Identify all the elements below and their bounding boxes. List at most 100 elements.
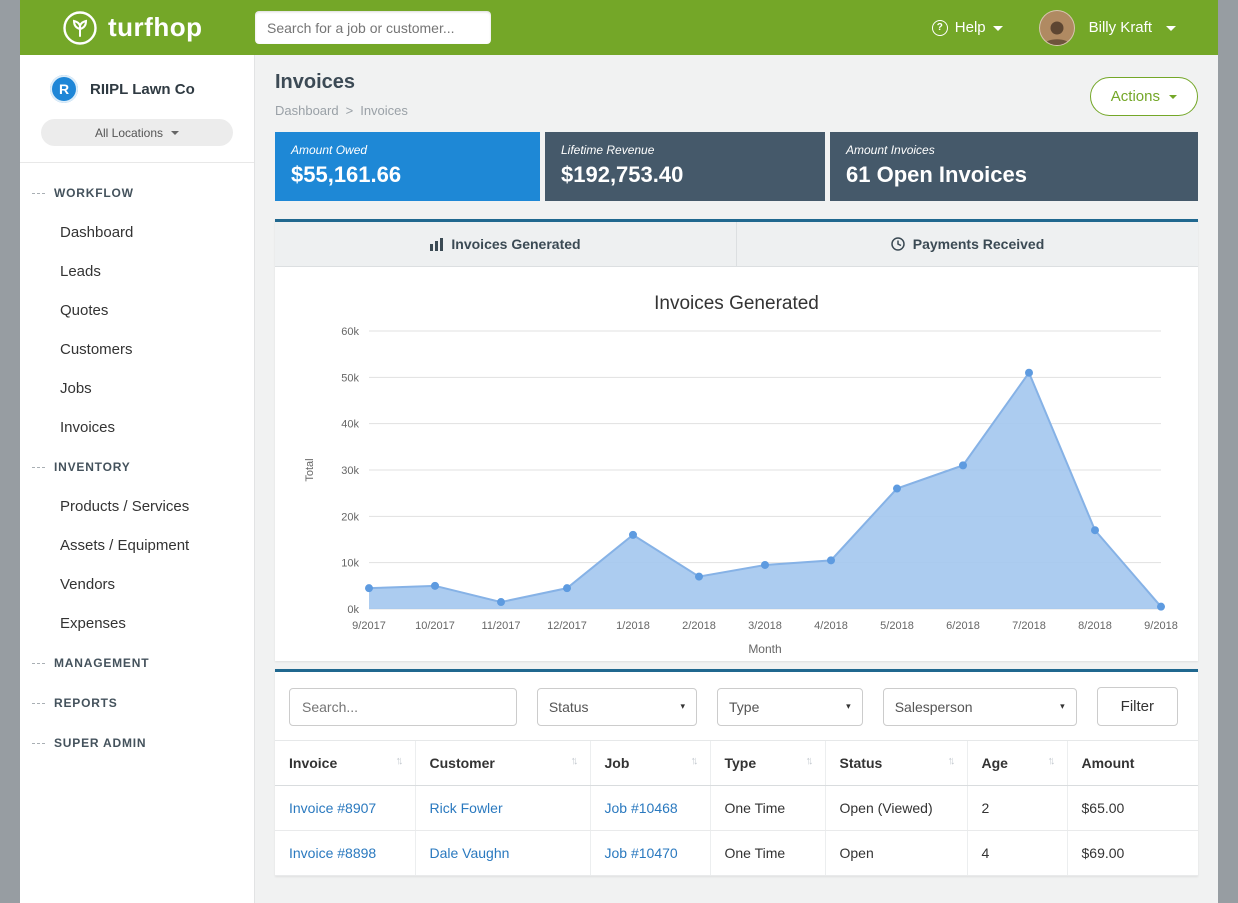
turfhop-logo-icon bbox=[62, 10, 98, 46]
stat-card-amount-owed: Amount Owed $55,161.66 bbox=[275, 132, 540, 201]
tab-payments-received[interactable]: Payments Received bbox=[736, 222, 1198, 266]
job-link[interactable]: Job #10470 bbox=[605, 845, 678, 861]
actions-button[interactable]: Actions bbox=[1090, 77, 1198, 116]
svg-text:10k: 10k bbox=[341, 558, 359, 570]
column-header-type[interactable]: Type bbox=[710, 741, 825, 786]
location-selector-label: All Locations bbox=[95, 126, 163, 140]
chevron-down-icon bbox=[171, 131, 179, 135]
tree-dash-icon bbox=[32, 743, 45, 744]
svg-text:6/2018: 6/2018 bbox=[946, 620, 980, 632]
tab-invoices-generated[interactable]: Invoices Generated bbox=[275, 222, 736, 266]
invoice-link[interactable]: Invoice #8898 bbox=[289, 845, 376, 861]
column-header-age[interactable]: Age bbox=[967, 741, 1067, 786]
column-header-status[interactable]: Status bbox=[825, 741, 967, 786]
filter-bar: Status Type Salesperson Filter bbox=[275, 672, 1198, 740]
invoices-generated-chart: 0k10k20k30k40k50k60k9/201710/201711/2017… bbox=[299, 319, 1179, 659]
customer-link[interactable]: Rick Fowler bbox=[430, 800, 503, 816]
brand[interactable]: turfhop bbox=[20, 10, 255, 46]
help-menu[interactable]: Help bbox=[932, 19, 1003, 36]
location-selector[interactable]: All Locations bbox=[41, 119, 233, 146]
sort-icon[interactable] bbox=[1048, 755, 1053, 767]
sidebar-section-inventory[interactable]: INVENTORY bbox=[20, 447, 254, 487]
tree-dash-icon bbox=[32, 663, 45, 664]
main-content: Invoices Dashboard > Invoices Actions Am… bbox=[255, 55, 1218, 903]
svg-text:2/2018: 2/2018 bbox=[682, 620, 716, 632]
sidebar-item-customers[interactable]: Customers bbox=[20, 330, 254, 369]
column-header-customer[interactable]: Customer bbox=[415, 741, 590, 786]
top-navbar: turfhop Help Billy Kraft bbox=[20, 0, 1218, 55]
chevron-down-icon bbox=[846, 701, 851, 712]
sort-icon[interactable] bbox=[806, 755, 811, 767]
sidebar-section-reports[interactable]: REPORTS bbox=[20, 683, 254, 723]
stat-card-lifetime-revenue: Lifetime Revenue $192,753.40 bbox=[545, 132, 825, 201]
chart-tabs: Invoices Generated Payments Received bbox=[275, 222, 1198, 267]
company-name: RIIPL Lawn Co bbox=[90, 81, 195, 98]
svg-text:3/2018: 3/2018 bbox=[748, 620, 782, 632]
svg-text:11/2017: 11/2017 bbox=[482, 620, 521, 632]
global-search-input[interactable] bbox=[255, 11, 491, 44]
customer-link[interactable]: Dale Vaughn bbox=[430, 845, 510, 861]
status-select[interactable]: Status bbox=[537, 688, 697, 726]
sidebar-section-workflow[interactable]: WORKFLOW bbox=[20, 173, 254, 213]
sort-icon[interactable] bbox=[396, 755, 401, 767]
svg-text:20k: 20k bbox=[341, 511, 359, 523]
svg-text:7/2018: 7/2018 bbox=[1012, 620, 1046, 632]
sidebar-nav: WORKFLOW Dashboard Leads Quotes Customer… bbox=[20, 163, 254, 763]
sidebar-item-quotes[interactable]: Quotes bbox=[20, 291, 254, 330]
filter-button[interactable]: Filter bbox=[1097, 687, 1178, 726]
sort-icon[interactable] bbox=[948, 755, 953, 767]
tree-dash-icon bbox=[32, 193, 45, 194]
sidebar-section-super-admin[interactable]: SUPER ADMIN bbox=[20, 723, 254, 763]
sidebar-item-expenses[interactable]: Expenses bbox=[20, 604, 254, 643]
column-header-invoice[interactable]: Invoice bbox=[275, 741, 415, 786]
breadcrumb-separator: > bbox=[346, 103, 354, 118]
svg-text:40k: 40k bbox=[341, 419, 359, 431]
sidebar-item-invoices[interactable]: Invoices bbox=[20, 408, 254, 447]
status-cell: Open bbox=[825, 831, 967, 876]
svg-text:9/2018: 9/2018 bbox=[1144, 620, 1178, 632]
app-window: turfhop Help Billy Kraft R RIIPL bbox=[20, 0, 1218, 903]
svg-text:5/2018: 5/2018 bbox=[880, 620, 914, 632]
sort-icon[interactable] bbox=[571, 755, 576, 767]
sidebar-item-jobs[interactable]: Jobs bbox=[20, 369, 254, 408]
sidebar-item-dashboard[interactable]: Dashboard bbox=[20, 213, 254, 252]
type-select[interactable]: Type bbox=[717, 688, 863, 726]
invoice-link[interactable]: Invoice #8907 bbox=[289, 800, 376, 816]
tree-dash-icon bbox=[32, 703, 45, 704]
job-link[interactable]: Job #10468 bbox=[605, 800, 678, 816]
age-cell: 4 bbox=[967, 831, 1067, 876]
svg-text:12/2017: 12/2017 bbox=[547, 620, 587, 632]
column-header-amount[interactable]: Amount bbox=[1067, 741, 1198, 786]
sidebar-item-assets-equipment[interactable]: Assets / Equipment bbox=[20, 526, 254, 565]
breadcrumb-dashboard[interactable]: Dashboard bbox=[275, 103, 339, 118]
help-question-icon bbox=[932, 20, 948, 36]
svg-text:60k: 60k bbox=[341, 326, 359, 338]
chart-title: Invoices Generated bbox=[299, 293, 1174, 315]
user-name[interactable]: Billy Kraft bbox=[1089, 19, 1152, 36]
sidebar-item-leads[interactable]: Leads bbox=[20, 252, 254, 291]
svg-text:Month: Month bbox=[748, 642, 781, 656]
chevron-down-icon[interactable] bbox=[1166, 26, 1176, 31]
column-header-job[interactable]: Job bbox=[590, 741, 710, 786]
table-row: Invoice #8898 Dale Vaughn Job #10470 One… bbox=[275, 831, 1198, 876]
svg-text:30k: 30k bbox=[341, 465, 359, 477]
chart-panel: Invoices Generated Payments Received Inv… bbox=[275, 219, 1198, 661]
svg-text:50k: 50k bbox=[341, 372, 359, 384]
table-search-input[interactable] bbox=[289, 688, 517, 726]
chevron-down-icon bbox=[993, 26, 1003, 31]
chevron-down-icon bbox=[1169, 95, 1177, 99]
sidebar-section-management[interactable]: MANAGEMENT bbox=[20, 643, 254, 683]
sidebar-item-products-services[interactable]: Products / Services bbox=[20, 487, 254, 526]
breadcrumb-current: Invoices bbox=[360, 103, 408, 118]
company-badge-icon: R bbox=[50, 75, 78, 103]
svg-text:10/2017: 10/2017 bbox=[415, 620, 455, 632]
salesperson-select[interactable]: Salesperson bbox=[883, 688, 1077, 726]
tree-dash-icon bbox=[32, 467, 45, 468]
amount-cell: $65.00 bbox=[1067, 786, 1198, 831]
user-avatar[interactable] bbox=[1039, 10, 1075, 46]
sidebar-item-vendors[interactable]: Vendors bbox=[20, 565, 254, 604]
amount-cell: $69.00 bbox=[1067, 831, 1198, 876]
bar-chart-icon bbox=[430, 238, 443, 251]
type-cell: One Time bbox=[710, 831, 825, 876]
sort-icon[interactable] bbox=[691, 755, 696, 767]
